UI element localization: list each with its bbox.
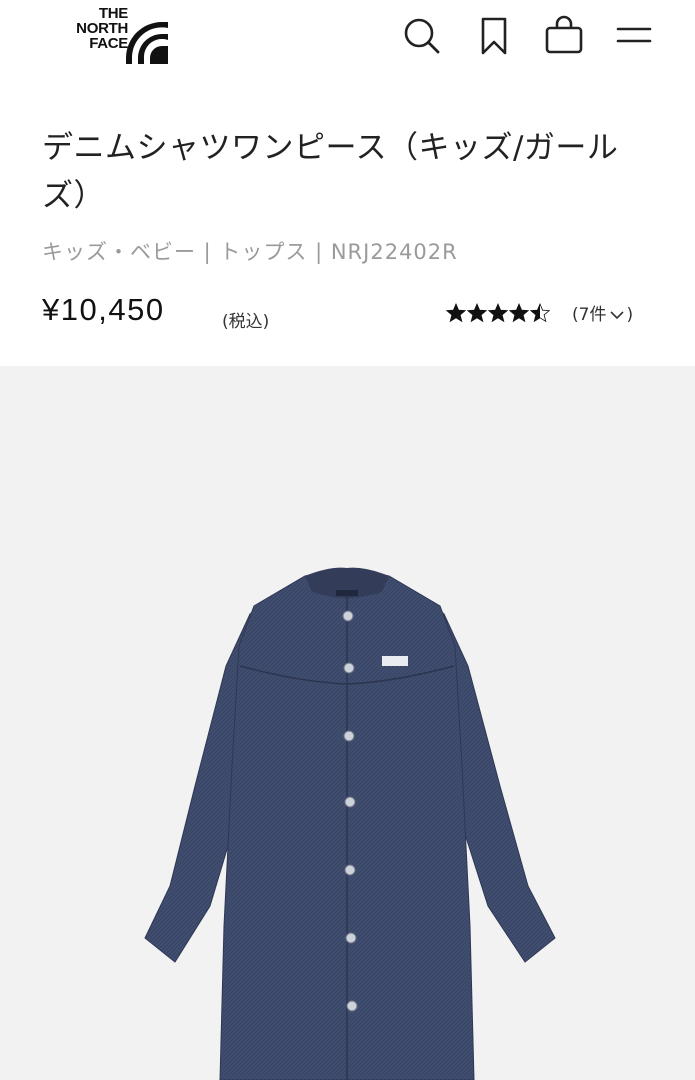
star-icon: [530, 303, 550, 323]
denim-dress-illustration: [144, 567, 556, 1080]
brand-logo[interactable]: THE NORTH FACE: [42, 6, 168, 64]
reviews-count: (7件: [572, 305, 607, 325]
reviews-link[interactable]: (7件): [572, 300, 633, 325]
logo-line-1: THE: [98, 5, 128, 22]
star-icon: [488, 303, 508, 323]
logo-line-3: FACE: [89, 35, 128, 52]
reviews-close-paren: ): [626, 305, 634, 325]
star-icon: [467, 303, 487, 323]
product-image[interactable]: [0, 366, 695, 1080]
logo-line-2: NORTH: [76, 20, 128, 37]
search-icon[interactable]: [400, 14, 444, 58]
chevron-down-icon: [610, 311, 625, 320]
product-breadcrumb[interactable]: キッズ・ベビー | トップス | NRJ22402R: [42, 236, 458, 266]
site-header: THE NORTH FACE: [0, 0, 695, 75]
star-icon: [509, 303, 529, 323]
bookmark-icon[interactable]: [472, 14, 516, 58]
brand-logo-text: THE NORTH FACE: [42, 6, 128, 51]
shopping-bag-icon[interactable]: [542, 14, 586, 58]
product-price: ¥10,450: [42, 292, 165, 327]
product-title: デニムシャツワンピース（キッズ/ガールズ）: [42, 130, 619, 214]
menu-icon[interactable]: [612, 14, 656, 58]
rating-stars[interactable]: [446, 300, 550, 326]
star-icon: [446, 303, 466, 323]
half-dome-logo-icon: [126, 22, 168, 64]
tax-label: (税込): [222, 312, 270, 332]
